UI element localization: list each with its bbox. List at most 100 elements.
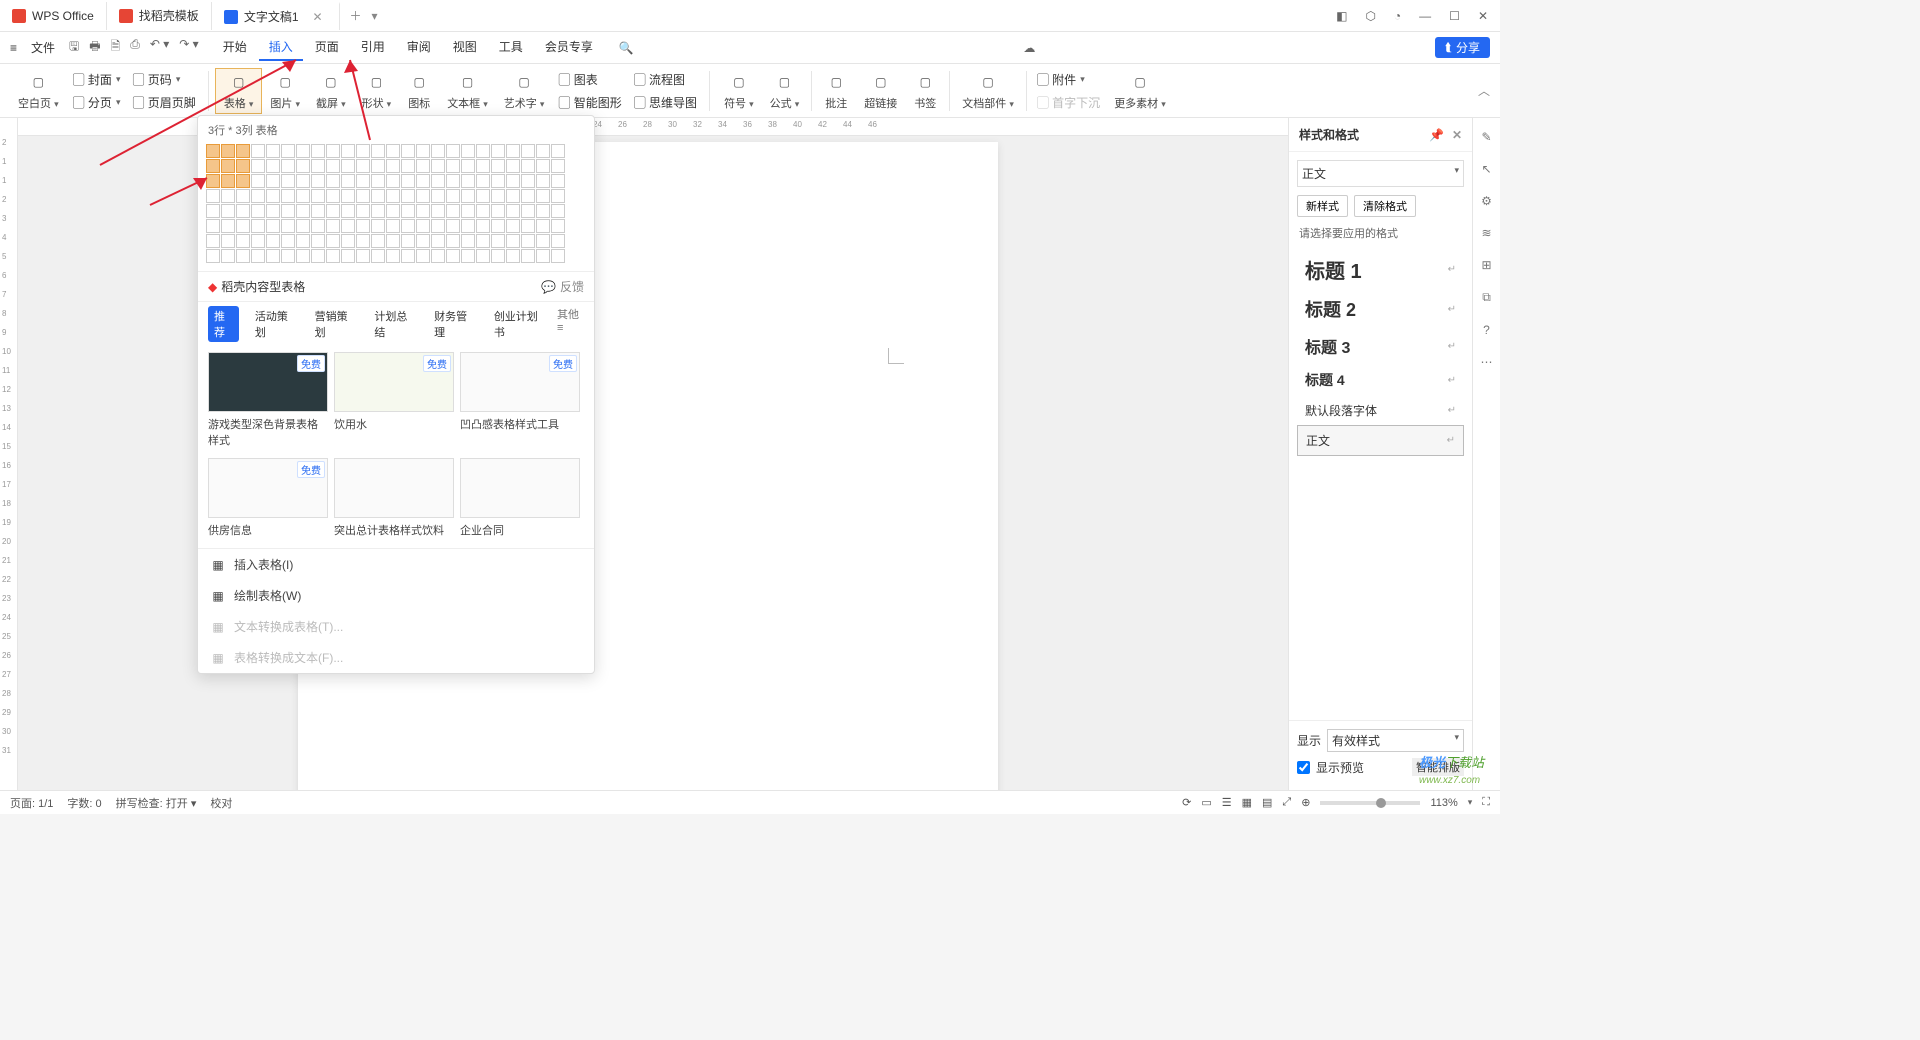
ribbon-attachment[interactable]: ▢ 附件 ▾ <box>1031 69 1106 90</box>
ribbon-table[interactable]: ▢表格 ▾ <box>215 68 263 114</box>
grid-cell[interactable] <box>206 204 220 218</box>
grid-cell[interactable] <box>551 249 565 263</box>
close-button[interactable]: ✕ <box>1478 9 1488 23</box>
grid-cell[interactable] <box>356 144 370 158</box>
grid-cell[interactable] <box>266 204 280 218</box>
grid-cell[interactable] <box>506 234 520 248</box>
template-tab-other[interactable]: 其他 ≡ <box>557 306 584 342</box>
grid-cell[interactable] <box>536 219 550 233</box>
ribbon-pagenum[interactable]: ▢ 页码 ▾ <box>126 69 201 90</box>
grid-cell[interactable] <box>356 189 370 203</box>
grid-cell[interactable] <box>551 159 565 173</box>
grid-cell[interactable] <box>281 144 295 158</box>
grid-cell[interactable] <box>491 159 505 173</box>
grid-cell[interactable] <box>536 234 550 248</box>
grid-cell[interactable] <box>506 174 520 188</box>
print-icon[interactable]: 🖶 <box>89 37 100 58</box>
grid-cell[interactable] <box>491 234 505 248</box>
grid-cell[interactable] <box>341 144 355 158</box>
grid-cell[interactable] <box>551 204 565 218</box>
grid-cell[interactable] <box>311 219 325 233</box>
grid-cell[interactable] <box>491 144 505 158</box>
tab-menu-button[interactable]: ▾ <box>372 9 378 23</box>
help-icon[interactable]: ? <box>1483 323 1490 337</box>
menu-会员专享[interactable]: 会员专享 <box>535 34 603 61</box>
grid-cell[interactable] <box>281 204 295 218</box>
grid-cell[interactable] <box>371 159 385 173</box>
grid-cell[interactable] <box>461 189 475 203</box>
grid-cell[interactable] <box>446 234 460 248</box>
redo-dropdown-icon[interactable]: ↷ ▾ <box>179 37 198 58</box>
grid-cell[interactable] <box>431 174 445 188</box>
grid-cell[interactable] <box>326 219 340 233</box>
ribbon-headerfooter[interactable]: ▢ 页眉页脚 <box>126 92 201 113</box>
ribbon-icon[interactable]: ▢图标 <box>399 69 439 113</box>
style-item[interactable]: 默认段落字体↵ <box>1297 396 1464 425</box>
grid-cell[interactable] <box>371 234 385 248</box>
grid-cell[interactable] <box>446 219 460 233</box>
grid-cell[interactable] <box>296 174 310 188</box>
new-style-button[interactable]: 新样式 <box>1297 195 1348 217</box>
view-outline-icon[interactable]: ☰ <box>1222 796 1232 809</box>
template-item[interactable]: 免费凹凸感表格样式工具 <box>460 352 580 452</box>
ribbon-flowchart[interactable]: ▢ 流程图 <box>628 69 703 90</box>
template-item[interactable]: 免费游戏类型深色背景表格样式 <box>208 352 328 452</box>
grid-cell[interactable] <box>446 204 460 218</box>
grid-cell[interactable] <box>461 219 475 233</box>
title-tab[interactable]: 找稻壳模板 <box>107 2 212 30</box>
zoom-value[interactable]: 113% <box>1430 797 1457 809</box>
grid-cell[interactable] <box>551 219 565 233</box>
grid-cell[interactable] <box>296 189 310 203</box>
grid-cell[interactable] <box>521 204 535 218</box>
ribbon-wordart[interactable]: ▢艺术字 ▾ <box>496 69 553 113</box>
ribbon-blank-page[interactable]: ▢空白页 ▾ <box>10 69 67 113</box>
grid-cell[interactable] <box>296 159 310 173</box>
grid-cell[interactable] <box>401 219 415 233</box>
clear-format-button[interactable]: 清除格式 <box>1354 195 1416 217</box>
search-icon[interactable]: 🔍 <box>619 41 634 55</box>
grid-cell[interactable] <box>326 204 340 218</box>
grid-cell[interactable] <box>266 174 280 188</box>
grid-cell[interactable] <box>356 159 370 173</box>
grid-cell[interactable] <box>491 189 505 203</box>
print-preview-icon[interactable]: 🗎 <box>111 37 121 58</box>
grid-cell[interactable] <box>536 159 550 173</box>
grid-cell[interactable] <box>521 159 535 173</box>
grid-cell[interactable] <box>341 219 355 233</box>
grid-cell[interactable] <box>386 174 400 188</box>
grid-cell[interactable] <box>371 144 385 158</box>
grid-cell[interactable] <box>386 144 400 158</box>
ribbon-comment[interactable]: ▢批注 <box>816 69 856 113</box>
grid-cell[interactable] <box>281 219 295 233</box>
grid-cell[interactable] <box>386 204 400 218</box>
grid-cell[interactable] <box>536 249 550 263</box>
grid-cell[interactable] <box>206 159 220 173</box>
grid-cell[interactable] <box>206 249 220 263</box>
undo-dropdown-icon[interactable]: ↶ ▾ <box>150 37 169 58</box>
grid-cell[interactable] <box>476 219 490 233</box>
grid-cell[interactable] <box>476 189 490 203</box>
grid-cell[interactable] <box>356 234 370 248</box>
panel-close-icon[interactable]: ✕ <box>1452 128 1462 142</box>
grid-cell[interactable] <box>506 144 520 158</box>
proofread-status[interactable]: 校对 <box>210 795 232 811</box>
fullscreen-icon[interactable]: ⤢ <box>1282 796 1291 809</box>
grid-cell[interactable] <box>416 144 430 158</box>
ribbon-equation[interactable]: ▢公式 ▾ <box>762 69 808 113</box>
grid-cell[interactable] <box>221 159 235 173</box>
style-item[interactable]: 正文↵ <box>1297 425 1464 456</box>
grid-cell[interactable] <box>296 249 310 263</box>
pin-icon[interactable]: 📌 <box>1429 128 1444 142</box>
grid-cell[interactable] <box>266 189 280 203</box>
grid-cell[interactable] <box>266 234 280 248</box>
style-item[interactable]: 标题 1↵ <box>1297 249 1464 290</box>
ribbon-smartart[interactable]: ▢ 智能图形 <box>552 92 627 113</box>
zoom-in-icon[interactable]: ⊕ <box>1301 796 1310 809</box>
zoom-slider[interactable] <box>1320 801 1420 805</box>
grid-cell[interactable] <box>206 234 220 248</box>
grid-cell[interactable] <box>356 204 370 218</box>
grid-cell[interactable] <box>551 144 565 158</box>
grid-cell[interactable] <box>431 159 445 173</box>
grid-cell[interactable] <box>236 174 250 188</box>
grid-cell[interactable] <box>281 249 295 263</box>
